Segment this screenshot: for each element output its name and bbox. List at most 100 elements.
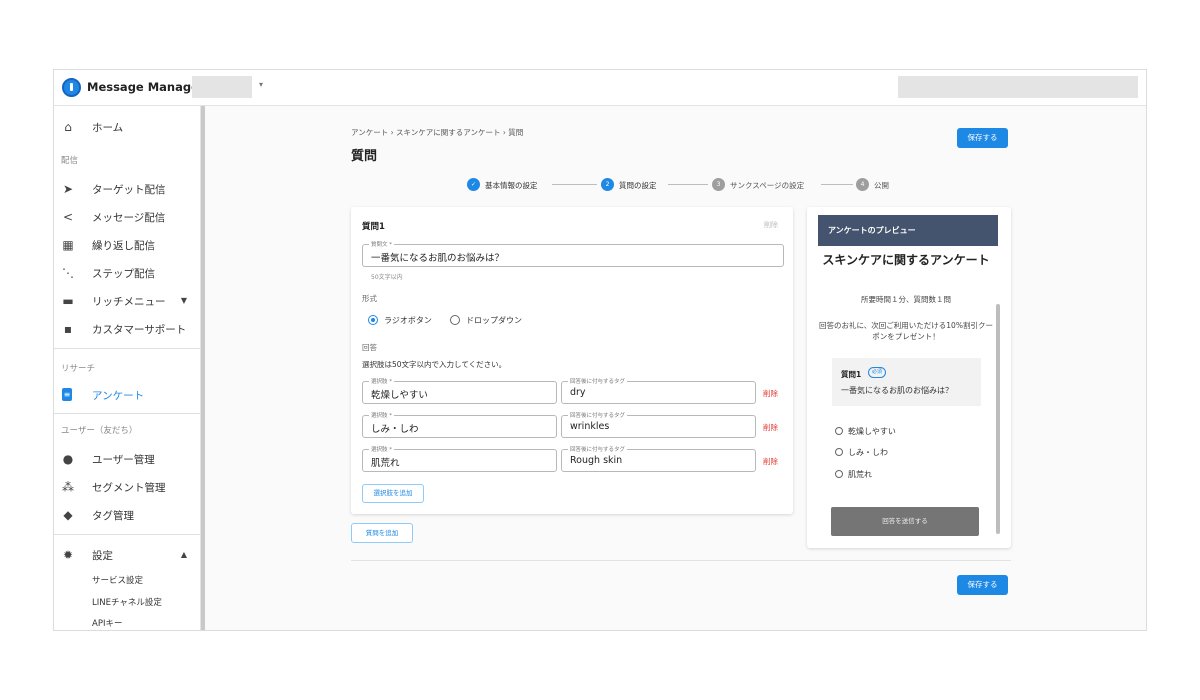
tag-field[interactable]: 回答後に付与するタグ Rough skin — [561, 445, 756, 472]
radio-circle-icon — [835, 448, 843, 456]
sidebar-item-label: カスタマーサポート — [92, 324, 187, 336]
calendar-repeat-icon: ▦ — [62, 238, 74, 252]
preview-submit-button[interactable]: 回答を送信する — [831, 507, 979, 536]
sidebar-item-segment-management[interactable]: ⁂ セグメント管理 — [54, 474, 200, 500]
preview-option[interactable]: 肌荒れ — [835, 469, 872, 480]
preview-option[interactable]: しみ・しわ — [835, 447, 888, 458]
section-label-research: リサーチ — [61, 364, 96, 374]
group-icon: ⁂ — [62, 480, 74, 494]
sidebar-item-repeat-delivery[interactable]: ▦ 繰り返し配信 — [54, 232, 200, 258]
delete-choice-button[interactable]: 削除 — [763, 388, 778, 399]
preview-note: 回答のお礼に、次回ご利用いただける10%割引クーポンをプレゼント！ — [819, 321, 993, 341]
delete-question-button[interactable]: 削除 — [764, 220, 778, 230]
sidebar-item-label: ステップ配信 — [92, 268, 155, 280]
field-label: 選択肢 * — [369, 411, 394, 419]
required-badge: 必須 — [868, 367, 886, 378]
sidebar-subitem-api-key[interactable]: APIキー — [92, 617, 122, 629]
question-text-field[interactable]: 質問文 * 一番気になるお肌のお悩みは？ — [362, 240, 784, 267]
app-window: Message Manager ▾ ⌂ ホーム 配信 ➤ ターゲット配信 < メ… — [53, 69, 1147, 631]
sidebar-item-survey[interactable]: ≡ アンケート — [54, 382, 200, 408]
page-title: 質問 — [351, 149, 378, 164]
field-label: 選択肢 * — [369, 445, 394, 453]
step-1-label: 基本情報の設定 — [485, 181, 538, 190]
sidebar-item-label: ユーザー管理 — [92, 454, 155, 466]
choice-field[interactable]: 選択肢 * 肌荒れ — [362, 445, 557, 472]
preview-question-title: 質問1 — [841, 370, 862, 379]
caret-down-icon[interactable]: ▾ — [259, 80, 263, 89]
sidebar-item-home[interactable]: ⌂ ホーム — [54, 114, 200, 140]
add-question-button[interactable]: 質問を追加 — [351, 523, 413, 543]
choice-field[interactable]: 選択肢 * 乾燥しやすい — [362, 377, 557, 404]
sidebar-item-message-delivery[interactable]: < メッセージ配信 — [54, 204, 200, 230]
step-3-number: 3 — [712, 178, 725, 191]
section-label-delivery: 配信 — [61, 156, 79, 166]
tag-value: wrinkles — [570, 421, 610, 432]
user-menu[interactable] — [898, 76, 1138, 98]
choice-value: しみ・しわ — [371, 424, 419, 435]
sidebar-item-label: ホーム — [92, 122, 124, 134]
account-selector[interactable] — [192, 76, 252, 98]
radio-circle-icon — [835, 427, 843, 435]
preview-option[interactable]: 乾燥しやすい — [835, 426, 896, 437]
sidebar-item-target-delivery[interactable]: ➤ ターゲット配信 — [54, 176, 200, 202]
caret-down-icon: ▼ — [180, 296, 187, 305]
step-connector — [668, 184, 708, 185]
preview-question-box: 質問1 必須 一番気になるお肌のお悩みは？ — [832, 358, 981, 406]
step-1-check-icon: ✓ — [467, 178, 480, 191]
step-2-label: 質問の設定 — [619, 181, 657, 190]
tag-field[interactable]: 回答後に付与するタグ dry — [561, 377, 756, 404]
sidebar-scrollbar[interactable] — [201, 106, 205, 630]
preview-survey-title: スキンケアに関するアンケート — [822, 253, 990, 267]
caret-up-icon: ▲ — [180, 550, 187, 559]
app-logo-icon — [62, 78, 81, 97]
preview-question-text: 一番気になるお肌のお悩みは？ — [841, 386, 953, 395]
gear-icon: ✹ — [62, 548, 74, 562]
tag-field[interactable]: 回答後に付与するタグ wrinkles — [561, 411, 756, 438]
sidebar-divider — [54, 348, 200, 349]
sidebar-item-user-management[interactable]: ● ユーザー管理 — [54, 446, 200, 472]
sidebar-item-settings[interactable]: ✹ 設定 ▲ — [54, 542, 200, 568]
radio-button-option-label[interactable]: ラジオボタン — [384, 315, 432, 326]
sidebar-subitem-service-settings[interactable]: サービス設定 — [92, 574, 143, 586]
sidebar-item-rich-menu[interactable]: ▬ リッチメニュー ▼ — [54, 288, 200, 314]
sidebar-item-label: 設定 — [92, 550, 113, 562]
field-label: 質問文 * — [369, 240, 394, 248]
sidebar-item-customer-support[interactable]: ▪ カスタマーサポート — [54, 316, 200, 342]
survey-icon: ≡ — [62, 388, 72, 401]
breadcrumb[interactable]: アンケート › スキンケアに関するアンケート › 質問 — [351, 127, 523, 138]
save-button-bottom[interactable]: 保存する — [957, 575, 1008, 595]
sidebar: ⌂ ホーム 配信 ➤ ターゲット配信 < メッセージ配信 ▦ 繰り返し配信 ⋱ … — [54, 106, 201, 630]
preview-option-label: 乾燥しやすい — [848, 427, 896, 436]
save-button-top[interactable]: 保存する — [957, 128, 1008, 148]
sidebar-item-label: ターゲット配信 — [92, 184, 166, 196]
send-icon: ➤ — [62, 182, 74, 196]
tag-value: Rough skin — [570, 455, 623, 466]
tag-icon: ◆ — [63, 508, 73, 522]
field-label: 選択肢 * — [369, 377, 394, 385]
format-label: 形式 — [362, 294, 377, 303]
field-label: 回答後に付与するタグ — [568, 445, 628, 453]
choice-field[interactable]: 選択肢 * しみ・しわ — [362, 411, 557, 438]
delete-choice-button[interactable]: 削除 — [763, 456, 778, 467]
sidebar-item-tag-management[interactable]: ◆ タグ管理 — [54, 502, 200, 528]
sidebar-item-label: リッチメニュー — [92, 296, 166, 308]
app-title: Message Manager — [87, 80, 205, 94]
flow-icon: ⋱ — [62, 266, 74, 280]
dropdown-option[interactable] — [450, 315, 460, 325]
radio-button-option[interactable] — [368, 315, 378, 325]
section-label-users: ユーザー（友だち） — [61, 426, 138, 436]
sidebar-subitem-line-channel-settings[interactable]: LINEチャネル設定 — [92, 596, 162, 608]
dropdown-option-label[interactable]: ドロップダウン — [466, 315, 522, 326]
survey-preview-panel: アンケートのプレビュー スキンケアに関するアンケート 所要時間１分、質問数１問 … — [807, 207, 1011, 548]
tag-value: dry — [570, 387, 586, 398]
sidebar-item-step-delivery[interactable]: ⋱ ステップ配信 — [54, 260, 200, 286]
field-label: 回答後に付与するタグ — [568, 377, 628, 385]
add-choice-button[interactable]: 選択肢を追加 — [362, 484, 424, 503]
progress-stepper: ✓ 基本情報の設定 2 質問の設定 3 サンクスページの設定 4 公開 — [467, 178, 927, 194]
delete-choice-button[interactable]: 削除 — [763, 422, 778, 433]
preview-scrollbar[interactable] — [996, 304, 1000, 534]
sidebar-item-label: セグメント管理 — [92, 482, 166, 494]
content-divider — [351, 560, 1011, 561]
choice-value: 肌荒れ — [371, 458, 400, 469]
step-connector — [821, 184, 853, 185]
